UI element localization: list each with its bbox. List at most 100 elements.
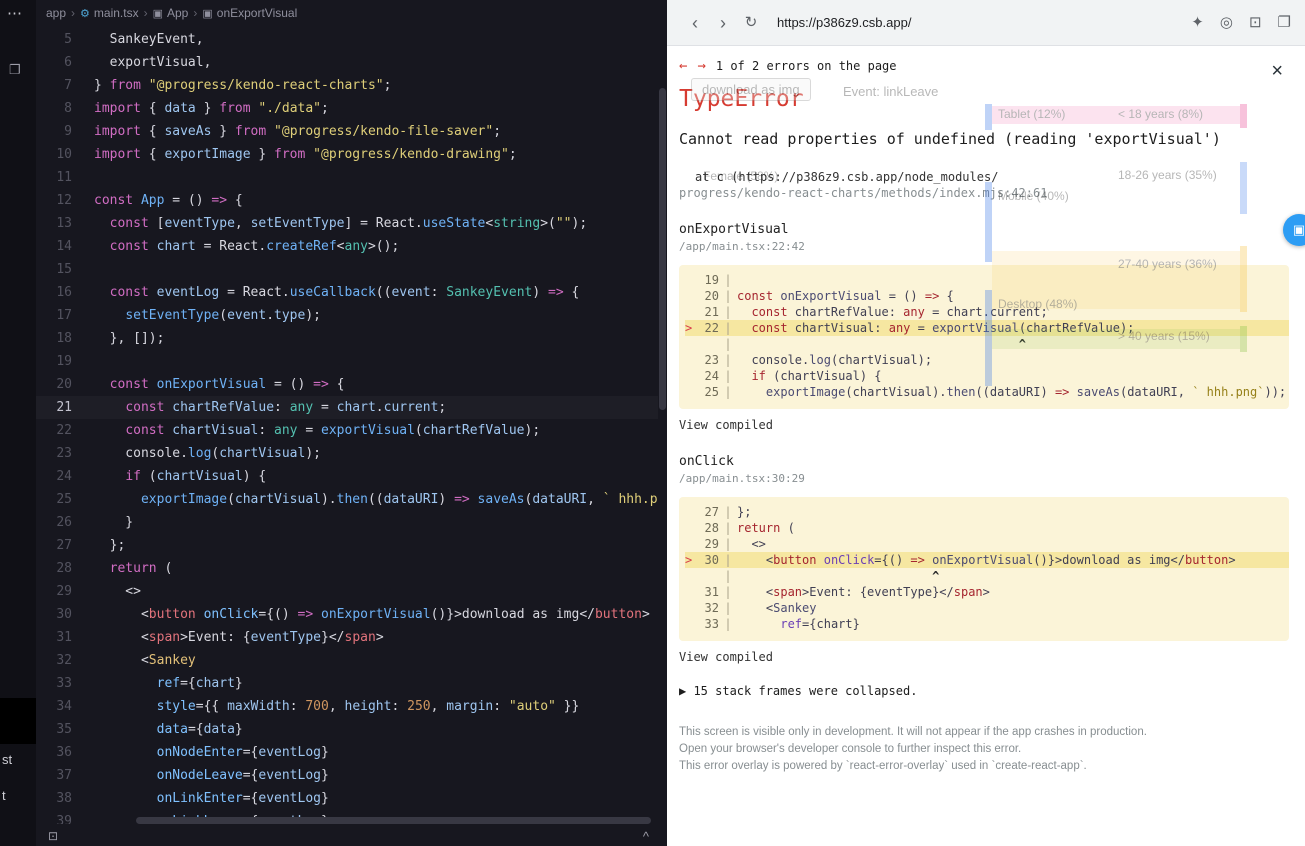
sparkle-icon[interactable]: ✦ [1191,14,1204,31]
gutter-divider: | [719,584,737,600]
inspect-target-icon[interactable]: ◎ [1220,14,1233,31]
collapsed-frames-toggle[interactable]: ▶ 15 stack frames were collapsed. [679,684,1291,698]
back-button[interactable]: ‹ [681,14,709,32]
editor-code[interactable]: 5 SankeyEvent,6 exportVisual,7} from "@p… [36,26,658,824]
code-frame: 19|20|const onExportVisual = () => {21| … [679,265,1289,409]
error-line-marker [685,568,697,584]
code-line: 34 style={{ maxWidth: 700, height: 250, … [36,695,658,718]
view-compiled-link[interactable]: View compiled [679,418,1291,432]
breadcrumb-item-main-tsx[interactable]: ⚙main.tsx [80,6,139,20]
frame-line-number [697,568,719,584]
code-line: 27 }; [36,534,658,557]
frame-code-text: <span>Event: {eventType}</span> [737,584,990,600]
prev-error-button[interactable]: ← [679,58,687,74]
frame-code-text: ^ [737,568,939,584]
code-line: 23 console.log(chartVisual); [36,442,658,465]
stack-source-location[interactable]: /app/main.tsx:22:42 [679,240,1291,253]
breadcrumb-item-app[interactable]: ▣App [153,6,189,20]
error-pagination: ← → 1 of 2 errors on the page [679,58,1291,74]
code-frame-line: >22| const chartVisual: any = exportVisu… [685,320,1289,336]
line-number: 33 [36,672,94,695]
refresh-button[interactable]: ↻ [737,15,765,30]
code-text: const onExportVisual = () => { [94,373,344,396]
error-line-marker [685,520,697,536]
line-number: 25 [36,488,94,511]
sidebar-partial-label: t [2,788,36,803]
error-overlay: ← → 1 of 2 errors on the page TypeError … [667,46,1305,846]
breadcrumb-item-onexportvisual[interactable]: ▣onExportVisual [202,6,297,20]
close-overlay-button[interactable]: × [1271,60,1283,83]
collapse-chevron-icon[interactable]: ^ [643,829,649,844]
line-number: 6 [36,51,94,74]
code-line: 38 onLinkEnter={eventLog} [36,787,658,810]
line-number: 39 [36,810,94,824]
code-frame-line: | ^ [685,568,1289,584]
code-frame-line: 33| ref={chart} [685,616,1289,632]
forward-button[interactable]: › [709,14,737,32]
code-text: const [eventType, setEventType] = React.… [94,212,587,235]
console-icon[interactable]: ⊡ [1249,14,1262,31]
next-error-button[interactable]: → [697,58,705,74]
frame-line-number: 29 [697,536,719,552]
url-field[interactable]: https://p386z9.csb.app/ [777,15,1175,30]
gutter-divider: | [719,384,737,400]
line-number: 19 [36,350,94,373]
code-frame-line: 28|return ( [685,520,1289,536]
footer-note: This error overlay is powered by `react-… [679,758,1291,775]
frame-code-text: exportImage(chartVisual).then((dataURI) … [737,384,1286,400]
frame-line-number: 30 [697,552,719,568]
symbol-icon: ▣ [202,7,212,20]
activity-bar-partial-labels: stt [0,0,36,846]
frame-code-text: return ( [737,520,795,536]
code-frame-line: 24| if (chartVisual) { [685,368,1289,384]
gutter-divider: | [719,616,737,632]
code-text: } [94,511,133,534]
line-number: 5 [36,28,94,51]
error-message: Cannot read properties of undefined (rea… [679,130,1291,148]
code-line: 18 }, []); [36,327,658,350]
code-text: import { saveAs } from "@progress/kendo-… [94,120,501,143]
open-split-icon[interactable]: ❐ [1278,14,1291,31]
error-line-marker: > [685,320,697,336]
code-line: 19 [36,350,658,373]
editor-horizontal-scrollbar[interactable] [98,817,653,824]
code-line: 35 data={data} [36,718,658,741]
code-line: 25 exportImage(chartVisual).then((dataUR… [36,488,658,511]
line-number: 31 [36,626,94,649]
caret-marker: ^ [932,569,939,583]
code-line: 14 const chart = React.createRef<any>(); [36,235,658,258]
stack-function-name: onClick [679,454,1291,469]
code-text: ref={chart} [94,672,243,695]
code-line: 17 setEventType(event.type); [36,304,658,327]
code-text: if (chartVisual) { [94,465,266,488]
code-line: 15 [36,258,658,281]
gutter-divider: | [719,536,737,552]
error-line-marker [685,352,697,368]
error-line-marker [685,536,697,552]
code-text: SankeyEvent, [94,28,204,51]
frame-line-number [697,336,719,352]
editor-vertical-scrollbar[interactable] [659,88,666,410]
panel-toggle-icon[interactable]: ⊡ [48,829,58,843]
stack-top-frame: at c (https://p386z9.csb.app/node_module… [695,170,1291,184]
stack-source-location[interactable]: /app/main.tsx:30:29 [679,472,1291,485]
line-number: 8 [36,97,94,120]
code-line: 22 const chartVisual: any = exportVisual… [36,419,658,442]
frame-line-number: 23 [697,352,719,368]
code-text: import { exportImage } from "@progress/k… [94,143,517,166]
line-number: 17 [36,304,94,327]
error-line-marker [685,304,697,320]
frame-line-number: 28 [697,520,719,536]
frame-code-text: <> [737,536,766,552]
breadcrumb-item-app[interactable]: app [46,6,66,20]
line-number: 35 [36,718,94,741]
code-text: const eventLog = React.useCallback((even… [94,281,579,304]
frame-line-number: 24 [697,368,719,384]
view-compiled-link[interactable]: View compiled [679,650,1291,664]
line-number: 29 [36,580,94,603]
code-text: exportImage(chartVisual).then((dataURI) … [94,488,658,511]
stack-top-frame-path: progress/kendo-react-charts/methods/inde… [679,186,1291,200]
code-line: 37 onNodeLeave={eventLog} [36,764,658,787]
horizontal-scrollbar-thumb[interactable] [136,817,651,824]
code-text: style={{ maxWidth: 700, height: 250, mar… [94,695,579,718]
